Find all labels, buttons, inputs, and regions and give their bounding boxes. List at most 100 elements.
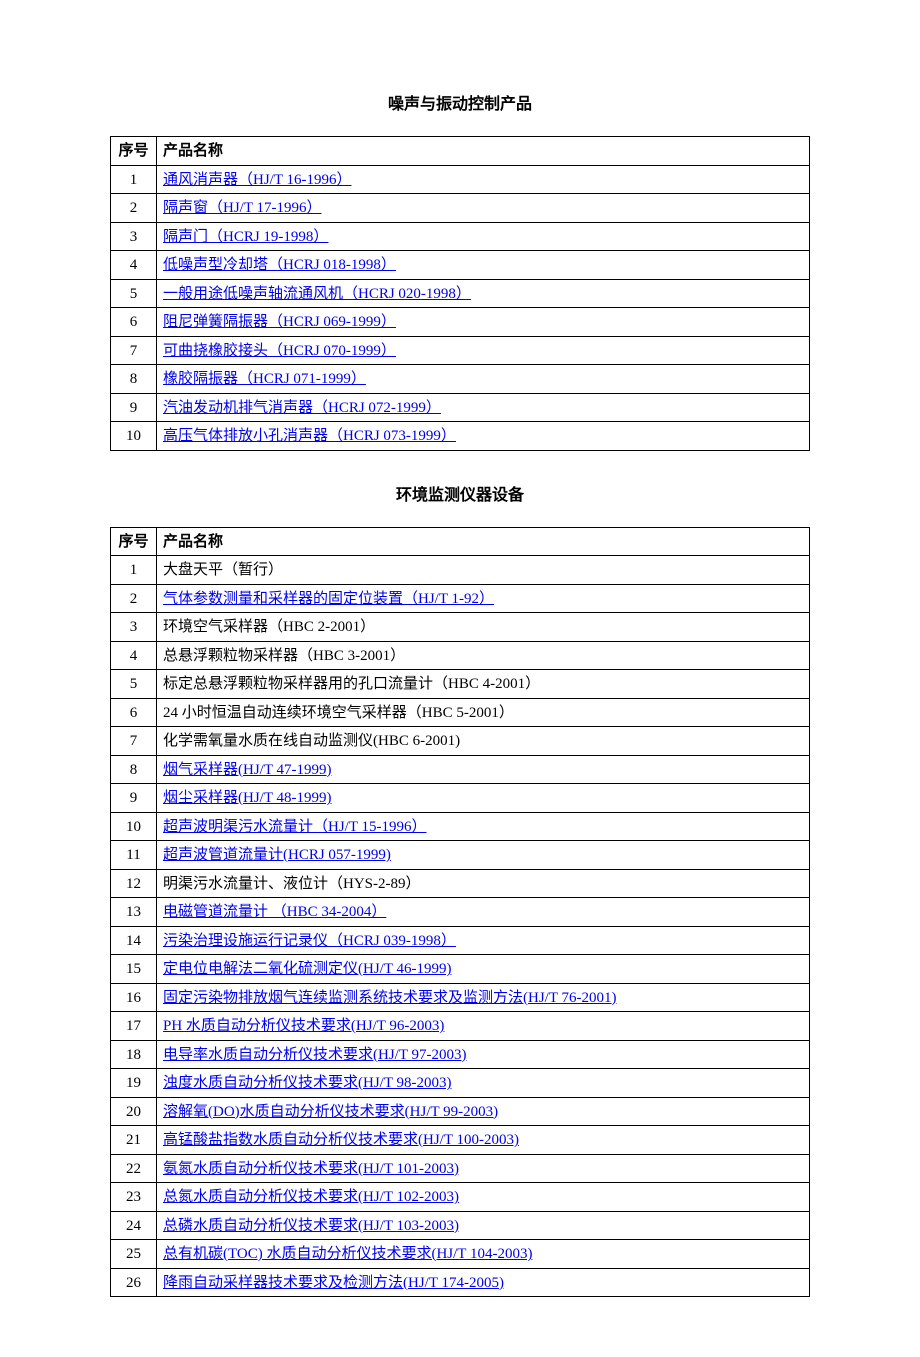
product-link[interactable]: 低噪声型冷却塔（HCRJ 018-1998） (163, 257, 396, 273)
row-index: 22 (111, 1154, 157, 1183)
product-link[interactable]: 电磁管道流量计 （HBC 34-2004） (163, 904, 386, 920)
row-name-cell: 环境空气采样器（HBC 2-2001） (157, 613, 810, 642)
table-row: 8 烟气采样器(HJ/T 47-1999) (111, 755, 810, 784)
product-link[interactable]: 定电位电解法二氧化硫测定仪(HJ/T 46-1999) (163, 961, 451, 977)
table-row: 3隔声门（HCRJ 19-1998） (111, 222, 810, 251)
product-link[interactable]: 气体参数测量和采样器的固定位装置（HJ/T 1-92） (163, 591, 494, 607)
row-index: 4 (111, 641, 157, 670)
product-text: 明渠污水流量计、液位计（HYS-2-89） (163, 876, 421, 892)
product-link[interactable]: 高锰酸盐指数水质自动分析仪技术要求(HJ/T 100-2003) (163, 1132, 519, 1148)
row-index: 14 (111, 926, 157, 955)
product-link[interactable]: 可曲挠橡胶接头（HCRJ 070-1999） (163, 343, 396, 359)
header-index: 序号 (111, 137, 157, 166)
row-index: 10 (111, 422, 157, 451)
row-name-cell: 橡胶隔振器（HCRJ 071-1999） (157, 365, 810, 394)
row-index: 6 (111, 698, 157, 727)
row-name-cell: 总氮水质自动分析仪技术要求(HJ/T 102-2003) (157, 1183, 810, 1212)
row-index: 9 (111, 784, 157, 813)
product-link[interactable]: 降雨自动采样器技术要求及检测方法(HJ/T 174-2005) (163, 1275, 504, 1291)
noise-table-body: 1通风消声器（HJ/T 16-1996）2隔声窗（HJ/T 17-1996）3隔… (111, 165, 810, 450)
table-row: 22 氨氮水质自动分析仪技术要求(HJ/T 101-2003) (111, 1154, 810, 1183)
row-name-cell: 可曲挠橡胶接头（HCRJ 070-1999） (157, 336, 810, 365)
row-name-cell: 24 小时恒温自动连续环境空气采样器（HBC 5-2001） (157, 698, 810, 727)
row-name-cell: 超声波管道流量计(HCRJ 057-1999) (157, 841, 810, 870)
row-index: 12 (111, 869, 157, 898)
row-name-cell: 定电位电解法二氧化硫测定仪(HJ/T 46-1999) (157, 955, 810, 984)
table-row: 15定电位电解法二氧化硫测定仪(HJ/T 46-1999) (111, 955, 810, 984)
table-row: 13 电磁管道流量计 （HBC 34-2004） (111, 898, 810, 927)
product-text: 化学需氧量水质在线自动监测仪(HBC 6-2001) (163, 733, 460, 749)
row-index: 20 (111, 1097, 157, 1126)
table-row: 12 明渠污水流量计、液位计（HYS-2-89） (111, 869, 810, 898)
row-index: 5 (111, 670, 157, 699)
product-link[interactable]: 橡胶隔振器（HCRJ 071-1999） (163, 371, 366, 387)
row-index: 21 (111, 1126, 157, 1155)
product-link[interactable]: 高压气体排放小孔消声器（HCRJ 073-1999） (163, 428, 456, 444)
table-row: 4低噪声型冷却塔（HCRJ 018-1998） (111, 251, 810, 280)
product-text: 大盘天平（暂行） (163, 562, 283, 578)
table-row: 25总有机碳(TOC) 水质自动分析仪技术要求(HJ/T 104-2003) (111, 1240, 810, 1269)
row-name-cell: 汽油发动机排气消声器（HCRJ 072-1999） (157, 393, 810, 422)
product-link[interactable]: 固定污染物排放烟气连续监测系统技术要求及监测方法(HJ/T 76-2001) (163, 990, 616, 1006)
row-name-cell: 隔声门（HCRJ 19-1998） (157, 222, 810, 251)
product-link[interactable]: 通风消声器（HJ/T 16-1996） (163, 172, 351, 188)
row-index: 19 (111, 1069, 157, 1098)
row-index: 8 (111, 755, 157, 784)
table-row: 18电导率水质自动分析仪技术要求(HJ/T 97-2003) (111, 1040, 810, 1069)
row-name-cell: 高锰酸盐指数水质自动分析仪技术要求(HJ/T 100-2003) (157, 1126, 810, 1155)
product-link[interactable]: 电导率水质自动分析仪技术要求(HJ/T 97-2003) (163, 1047, 466, 1063)
row-name-cell: 高压气体排放小孔消声器（HCRJ 073-1999） (157, 422, 810, 451)
row-index: 23 (111, 1183, 157, 1212)
product-link[interactable]: 汽油发动机排气消声器（HCRJ 072-1999） (163, 400, 441, 416)
table-row: 2隔声窗（HJ/T 17-1996） (111, 194, 810, 223)
product-link[interactable]: 超声波明渠污水流量计（HJ/T 15-1996） (163, 819, 426, 835)
table-header-row: 序号 产品名称 (111, 137, 810, 166)
product-link[interactable]: 隔声窗（HJ/T 17-1996） (163, 200, 321, 216)
product-link[interactable]: 烟尘采样器(HJ/T 48-1999) (163, 790, 331, 806)
row-index: 8 (111, 365, 157, 394)
table-row: 14 污染治理设施运行记录仪（HCRJ 039-1998） (111, 926, 810, 955)
table-row: 7可曲挠橡胶接头（HCRJ 070-1999） (111, 336, 810, 365)
product-link[interactable]: 阻尼弹簧隔振器（HCRJ 069-1999） (163, 314, 396, 330)
table-row: 17 PH 水质自动分析仪技术要求(HJ/T 96-2003) (111, 1012, 810, 1041)
row-index: 13 (111, 898, 157, 927)
product-link[interactable]: 超声波管道流量计(HCRJ 057-1999) (163, 847, 391, 863)
row-name-cell: 低噪声型冷却塔（HCRJ 018-1998） (157, 251, 810, 280)
row-index: 16 (111, 983, 157, 1012)
row-index: 10 (111, 812, 157, 841)
product-link[interactable]: 总氮水质自动分析仪技术要求(HJ/T 102-2003) (163, 1189, 459, 1205)
row-index: 26 (111, 1268, 157, 1297)
row-name-cell: 烟气采样器(HJ/T 47-1999) (157, 755, 810, 784)
product-text: 标定总悬浮颗粒物采样器用的孔口流量计（HBC 4-2001） (163, 676, 540, 692)
row-name-cell: 污染治理设施运行记录仪（HCRJ 039-1998） (157, 926, 810, 955)
product-link[interactable]: 浊度水质自动分析仪技术要求(HJ/T 98-2003) (163, 1075, 451, 1091)
row-name-cell: 固定污染物排放烟气连续监测系统技术要求及监测方法(HJ/T 76-2001) (157, 983, 810, 1012)
product-link[interactable]: PH 水质自动分析仪技术要求(HJ/T 96-2003) (163, 1018, 444, 1034)
table-row: 7化学需氧量水质在线自动监测仪(HBC 6-2001) (111, 727, 810, 756)
table-row: 624 小时恒温自动连续环境空气采样器（HBC 5-2001） (111, 698, 810, 727)
product-text: 环境空气采样器（HBC 2-2001） (163, 619, 375, 635)
product-link[interactable]: 总磷水质自动分析仪技术要求(HJ/T 103-2003) (163, 1218, 459, 1234)
product-link[interactable]: 总有机碳(TOC) 水质自动分析仪技术要求(HJ/T 104-2003) (163, 1246, 532, 1262)
row-name-cell: 通风消声器（HJ/T 16-1996） (157, 165, 810, 194)
table-row: 10 高压气体排放小孔消声器（HCRJ 073-1999） (111, 422, 810, 451)
row-name-cell: 降雨自动采样器技术要求及检测方法(HJ/T 174-2005) (157, 1268, 810, 1297)
row-index: 6 (111, 308, 157, 337)
product-link[interactable]: 隔声门（HCRJ 19-1998） (163, 229, 328, 245)
row-index: 17 (111, 1012, 157, 1041)
table-row: 10 超声波明渠污水流量计（HJ/T 15-1996） (111, 812, 810, 841)
product-link[interactable]: 一般用途低噪声轴流通风机（HCRJ 020-1998） (163, 286, 471, 302)
table-row: 21 高锰酸盐指数水质自动分析仪技术要求(HJ/T 100-2003) (111, 1126, 810, 1155)
row-index: 3 (111, 613, 157, 642)
section-title-monitor: 环境监测仪器设备 (110, 481, 810, 505)
table-row: 24总磷水质自动分析仪技术要求(HJ/T 103-2003) (111, 1211, 810, 1240)
row-name-cell: 气体参数测量和采样器的固定位装置（HJ/T 1-92） (157, 584, 810, 613)
monitor-table-body: 1大盘天平（暂行）2气体参数测量和采样器的固定位装置（HJ/T 1-92）3环境… (111, 556, 810, 1297)
product-link[interactable]: 氨氮水质自动分析仪技术要求(HJ/T 101-2003) (163, 1161, 459, 1177)
product-link[interactable]: 污染治理设施运行记录仪（HCRJ 039-1998） (163, 933, 456, 949)
product-link[interactable]: 溶解氧(DO)水质自动分析仪技术要求(HJ/T 99-2003) (163, 1104, 498, 1120)
product-link[interactable]: 烟气采样器(HJ/T 47-1999) (163, 762, 331, 778)
row-name-cell: 浊度水质自动分析仪技术要求(HJ/T 98-2003) (157, 1069, 810, 1098)
row-name-cell: 标定总悬浮颗粒物采样器用的孔口流量计（HBC 4-2001） (157, 670, 810, 699)
row-index: 5 (111, 279, 157, 308)
